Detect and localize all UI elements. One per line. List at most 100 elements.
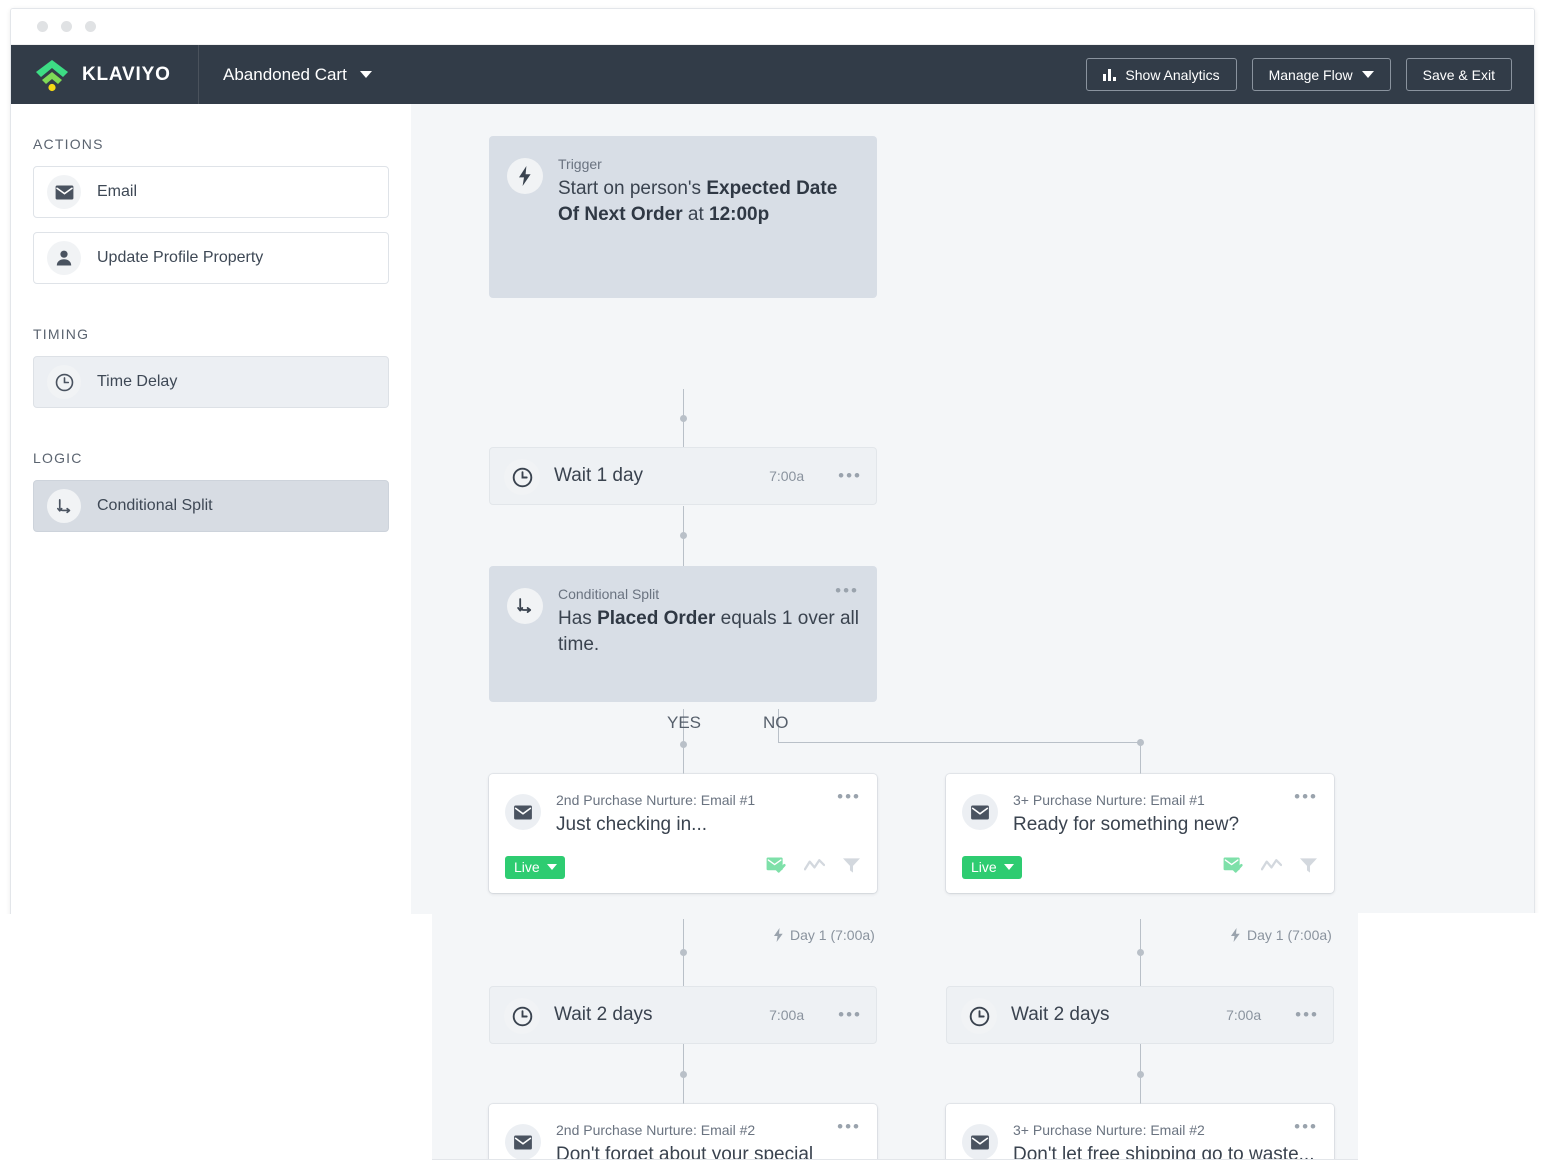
envelope-icon (505, 794, 541, 830)
status-badge-live[interactable]: Live (962, 856, 1022, 879)
connector-dot-left-1[interactable] (680, 949, 687, 956)
sidebar-heading-logic: LOGIC (33, 450, 83, 466)
email-daytag-label: Day 1 (7:00a) (790, 927, 875, 943)
email-subject: Just checking in... (556, 814, 708, 835)
connector-dot-yes[interactable] (680, 741, 687, 748)
connector-no-horizontal (778, 742, 1141, 743)
email-menu-button[interactable]: ••• (1284, 1118, 1318, 1135)
envelope-icon (505, 1124, 541, 1159)
show-analytics-button[interactable]: Show Analytics (1086, 58, 1237, 91)
split-text-bold-1: Placed Order (597, 608, 716, 629)
wait-1-day-menu-button[interactable]: ••• (828, 467, 862, 484)
email-subject: Ready for something new? (1013, 814, 1240, 835)
trigger-text-bold-2: 12:00p (709, 204, 770, 225)
chevron-down-icon (1003, 864, 1014, 870)
trigger-text-2: at (682, 204, 709, 225)
flow-title-dropdown[interactable]: Abandoned Cart (199, 45, 372, 104)
split-headline: Has Placed Order equals 1 over all time. (558, 606, 859, 658)
email-menu-button[interactable]: ••• (827, 1118, 861, 1135)
clock-icon (47, 365, 81, 399)
lightning-bolt-icon (1230, 928, 1240, 942)
funnel-icon[interactable] (842, 857, 861, 879)
email-menu-button[interactable]: ••• (827, 788, 861, 805)
envelope-icon (962, 794, 998, 830)
clock-icon (504, 998, 540, 1034)
email-daytag: Day 1 (7:00a) (1230, 927, 1332, 943)
chevron-down-icon (546, 864, 557, 870)
branch-label-yes: YES (667, 713, 702, 732)
status-badge-label: Live (514, 859, 540, 875)
save-and-exit-button[interactable]: Save & Exit (1405, 58, 1512, 91)
status-badge-live[interactable]: Live (505, 856, 565, 879)
email-subject: Don't let free shipping go to waste... (1013, 1144, 1315, 1160)
connector-dot-left-2[interactable] (680, 1071, 687, 1078)
email-footer-icons (766, 856, 861, 879)
top-navigation-bar: KLAVIYO Abandoned Cart Show Analytics Ma… (11, 45, 1534, 104)
sidebar-item-update-profile-property-label: Update Profile Property (97, 249, 264, 266)
trigger-kicker: Trigger (558, 156, 602, 172)
wait-2-days-right-menu-button[interactable]: ••• (1285, 1006, 1319, 1023)
flow-title-label: Abandoned Cart (223, 64, 347, 84)
wait-1-day-time: 7:00a (769, 468, 805, 484)
wait-1-day-label: Wait 1 day (554, 465, 644, 486)
page-fade-left (0, 914, 432, 1160)
conditional-split-node[interactable]: Conditional Split ••• Has Placed Order e… (489, 566, 877, 702)
manage-flow-label: Manage Flow (1268, 66, 1353, 83)
window-dot-2[interactable] (61, 21, 72, 32)
connector-dot-2[interactable] (680, 532, 687, 539)
status-badge-label: Live (971, 859, 997, 875)
email-node-3plus-purchase-1[interactable]: 3+ Purchase Nurture: Email #1 ••• Ready … (946, 774, 1334, 943)
connector-no-down (1140, 742, 1141, 774)
sidebar-item-conditional-split[interactable]: Conditional Split (33, 480, 389, 532)
envelope-icon (962, 1124, 998, 1159)
clock-icon (961, 998, 997, 1034)
sidebar-item-update-profile-property[interactable]: Update Profile Property (33, 232, 389, 284)
connector-dot-right-1[interactable] (1137, 949, 1144, 956)
email-kicker: 3+ Purchase Nurture: Email #1 (1013, 792, 1205, 808)
sidebar-item-time-delay[interactable]: Time Delay (33, 356, 389, 408)
split-text-1: Has (558, 608, 598, 629)
email-kicker: 2nd Purchase Nurture: Email #2 (556, 1122, 756, 1138)
envelope-check-icon[interactable] (1223, 856, 1244, 879)
funnel-icon[interactable] (1299, 857, 1318, 879)
sidebar-item-email-label: Email (97, 183, 138, 200)
email-subject: Don't forget about your special offer! (556, 1144, 814, 1160)
chevron-down-icon (1361, 71, 1374, 78)
connector-dot-right-2[interactable] (1137, 1071, 1144, 1078)
split-menu-button[interactable]: ••• (825, 582, 859, 599)
clock-icon (504, 459, 540, 495)
email-node-2nd-purchase-1[interactable]: 2nd Purchase Nurture: Email #1 ••• Just … (489, 774, 877, 943)
envelope-check-icon[interactable] (766, 856, 787, 879)
wait-2-days-node-left[interactable]: Wait 2 days 7:00a ••• (489, 986, 877, 1044)
wait-1-day-node[interactable]: Wait 1 day 7:00a ••• (489, 447, 877, 505)
brand-name: KLAVIYO (82, 63, 171, 85)
sidebar-item-time-delay-label: Time Delay (97, 373, 178, 390)
trigger-node[interactable]: Trigger Start on person's Expected Date … (489, 136, 877, 298)
email-menu-button[interactable]: ••• (1284, 788, 1318, 805)
sidebar-heading-actions: ACTIONS (33, 136, 104, 152)
window-dot-1[interactable] (37, 21, 48, 32)
split-arrow-icon (507, 588, 543, 624)
email-daytag-label: Day 1 (7:00a) (1247, 927, 1332, 943)
brand-logo-area[interactable]: KLAVIYO (11, 45, 199, 104)
trend-line-icon[interactable] (1260, 858, 1283, 877)
email-kicker: 2nd Purchase Nurture: Email #1 (556, 792, 756, 808)
topnav-actions: Show Analytics Manage Flow Save & Exit (1086, 45, 1534, 104)
lightning-bolt-icon (773, 928, 783, 942)
trigger-text-1: Start on person's (558, 178, 707, 199)
email-kicker: 3+ Purchase Nurture: Email #2 (1013, 1122, 1205, 1138)
wait-2-days-right-label: Wait 2 days (1011, 1004, 1110, 1025)
envelope-icon (47, 175, 81, 209)
wait-2-days-left-menu-button[interactable]: ••• (828, 1006, 862, 1023)
manage-flow-button[interactable]: Manage Flow (1251, 58, 1391, 91)
email-node-3plus-purchase-2[interactable]: 3+ Purchase Nurture: Email #2 ••• Don't … (946, 1104, 1334, 1160)
window-dot-3[interactable] (85, 21, 96, 32)
sidebar-item-email[interactable]: Email (33, 166, 389, 218)
bar-chart-icon (1103, 68, 1117, 81)
wait-2-days-node-right[interactable]: Wait 2 days 7:00a ••• (946, 986, 1334, 1044)
connector-dot-1[interactable] (680, 415, 687, 422)
connector-dot-no[interactable] (1137, 739, 1144, 746)
email-node-2nd-purchase-2[interactable]: 2nd Purchase Nurture: Email #2 ••• Don't… (489, 1104, 877, 1160)
trend-line-icon[interactable] (803, 858, 826, 877)
topnav-spacer (372, 45, 1087, 104)
